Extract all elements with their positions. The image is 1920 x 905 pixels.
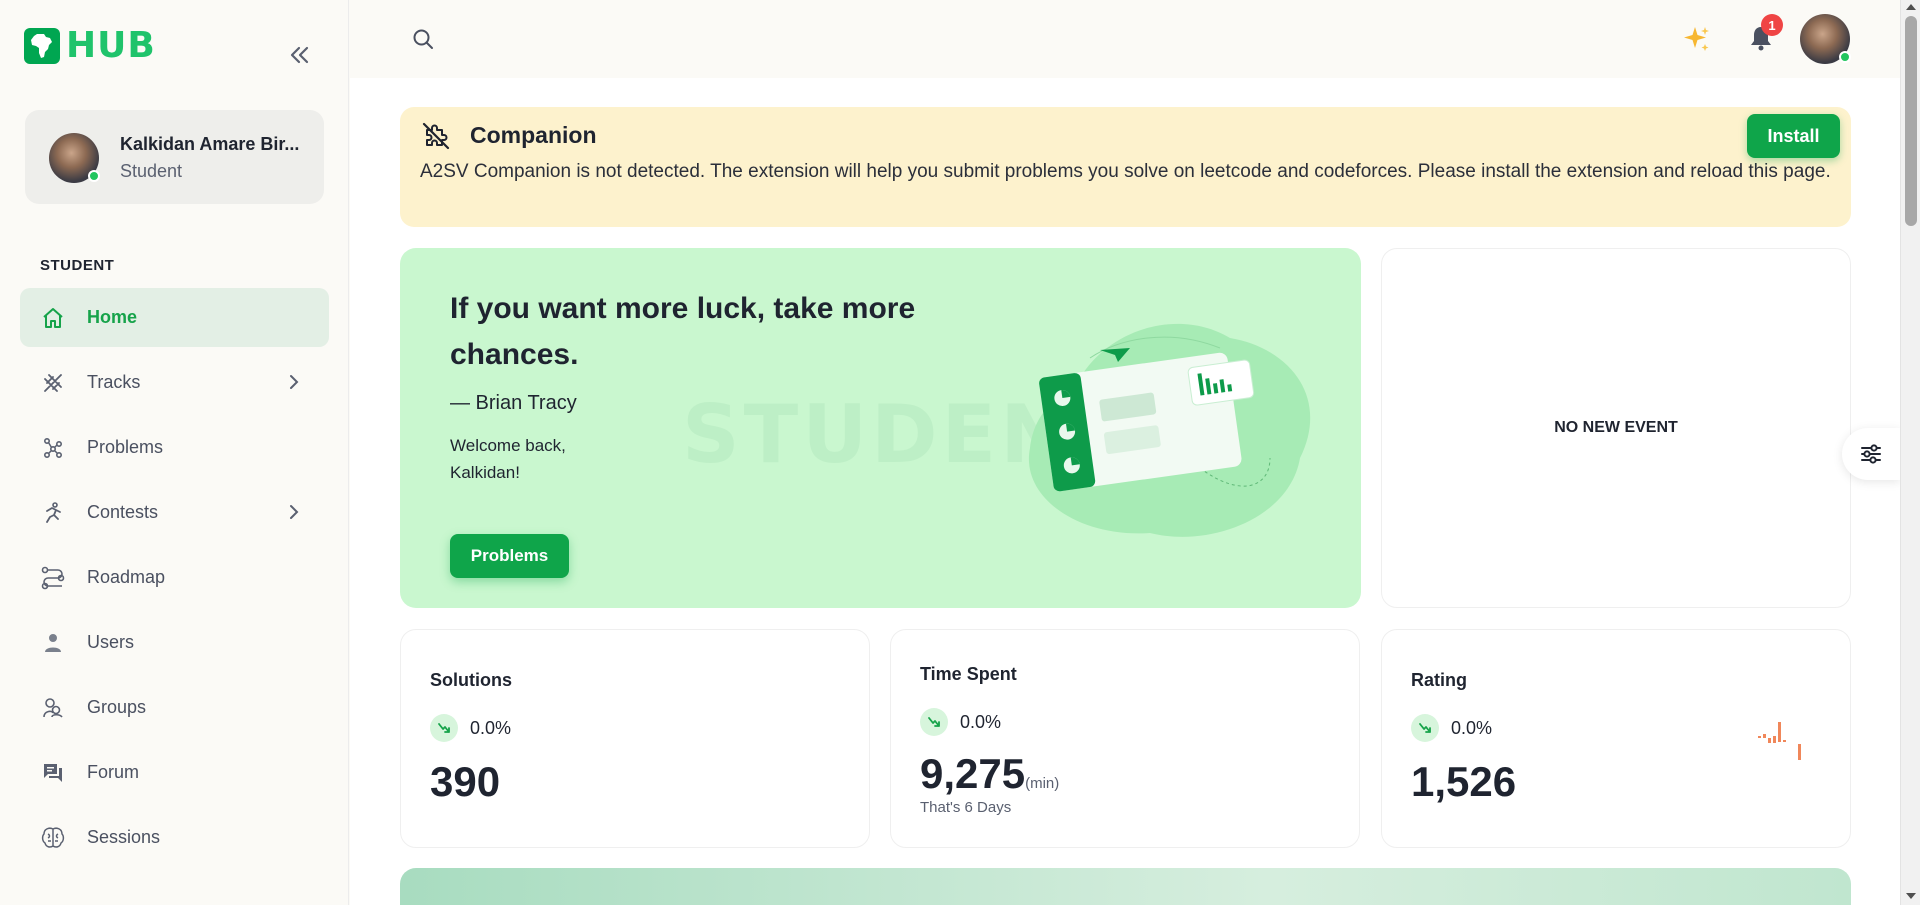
profile-name: Kalkidan Amare Bir... [120, 134, 300, 154]
settings-panel-toggle[interactable] [1842, 428, 1900, 480]
stat-title: Time Spent [920, 664, 1017, 684]
companion-message: A2SV Companion is not detected. The exte… [420, 161, 1831, 182]
events-card: NO NEW EVENT [1381, 248, 1851, 608]
forum-icon [40, 760, 66, 786]
sidebar-item-label: Contests [87, 502, 159, 522]
sidebar-item-forum[interactable]: Forum [20, 743, 329, 802]
trend-value: 0.0% [1451, 717, 1493, 738]
users-icon [40, 630, 66, 656]
scroll-down-icon[interactable] [1906, 893, 1916, 899]
collapse-sidebar-button[interactable] [286, 42, 312, 68]
ai-sparkle-button[interactable] [1682, 24, 1712, 61]
sidebar-item-label: Home [87, 307, 138, 327]
install-button[interactable]: Install [1747, 114, 1840, 158]
contests-icon [40, 500, 66, 526]
app-logo[interactable]: HUB [24, 28, 156, 64]
brain-icon [40, 825, 66, 851]
sidebar-item-users[interactable]: Users [20, 613, 329, 672]
problems-icon [40, 435, 66, 461]
trend-value: 0.0% [960, 711, 1002, 732]
groups-icon [40, 695, 66, 721]
sidebar-item-contests[interactable]: Contests [20, 483, 329, 542]
sidebar-item-home[interactable]: Home [20, 288, 329, 347]
sidebar-item-label: Forum [87, 762, 140, 782]
tracks-icon [40, 370, 66, 396]
avatar [49, 133, 100, 183]
dashboard-illustration [1000, 298, 1340, 553]
chevron-right-icon [287, 503, 301, 526]
hero-welcome: Welcome back, Kalkidan! [450, 436, 566, 482]
stat-unit: (min) [1025, 775, 1060, 792]
sliders-icon [1861, 444, 1881, 464]
time-spent-card: Time Spent 0.0% 9,275(min) That's 6 Days [890, 629, 1360, 848]
stat-value: 9,275 [920, 750, 1026, 797]
africa-logo-icon [24, 28, 60, 64]
stat-trend: 0.0% [920, 708, 1001, 736]
problems-button[interactable]: Problems [450, 534, 569, 578]
stat-trend: 0.0% [1411, 714, 1492, 742]
puzzle-off-icon [421, 121, 451, 156]
search-button[interactable] [412, 28, 434, 55]
sidebar-item-tracks[interactable]: Tracks [20, 353, 329, 412]
companion-title: Companion [470, 122, 597, 148]
companion-alert: Companion A2SV Companion is not detected… [400, 107, 1851, 227]
trend-down-icon [920, 708, 948, 736]
sidebar-item-label: Groups [87, 697, 147, 717]
solutions-card: Solutions 0.0% 390 [400, 629, 870, 848]
sidebar-item-problems[interactable]: Problems [20, 418, 329, 477]
hero-quote: If you want more luck, take more chances… [450, 292, 916, 371]
double-chevron-left-icon [290, 46, 309, 64]
profile-role: Student [120, 161, 183, 181]
sidebar-item-label: Sessions [87, 827, 161, 847]
rating-sparkline [1758, 722, 1801, 760]
chevron-right-icon [287, 373, 301, 396]
trend-value: 0.0% [470, 717, 512, 738]
stat-trend: 0.0% [430, 714, 511, 742]
trend-down-icon [430, 714, 458, 742]
sidebar: HUB Kalkidan Amare Bir... Student STUDEN… [0, 0, 349, 905]
sidebar-item-groups[interactable]: Groups [20, 678, 329, 737]
hero-banner: STUDENT If you want more luck, take more… [400, 248, 1361, 608]
stat-subtext: That's 6 Days [920, 799, 1012, 816]
logo-text: HUB [66, 25, 156, 66]
stat-value: 390 [430, 758, 501, 805]
roadmap-icon [40, 565, 66, 591]
home-icon [40, 305, 66, 331]
scroll-up-icon[interactable] [1906, 4, 1916, 10]
sidebar-item-label: Tracks [87, 372, 141, 392]
scroll-thumb[interactable] [1905, 16, 1917, 226]
hero-quote-author: — Brian Tracy [450, 392, 577, 414]
profile-card[interactable]: Kalkidan Amare Bir... Student [25, 110, 324, 204]
online-status-dot [88, 170, 100, 182]
sparkle-icon [1684, 27, 1709, 51]
stat-value: 1,526 [1411, 758, 1517, 805]
topbar [350, 0, 1900, 78]
stat-title: Rating [1411, 670, 1467, 690]
stat-value-wrapper: 9,275(min) [920, 750, 1059, 798]
user-avatar-button[interactable] [1800, 14, 1851, 64]
online-status-dot [1839, 51, 1851, 63]
sidebar-item-label: Problems [87, 437, 164, 457]
sidebar-item-label: Roadmap [87, 567, 166, 587]
sidebar-item-roadmap[interactable]: Roadmap [20, 548, 329, 607]
bottom-banner [400, 868, 1851, 905]
sidebar-item-sessions[interactable]: Sessions [20, 808, 329, 867]
stat-title: Solutions [430, 670, 512, 690]
sidebar-section-label: STUDENT [40, 257, 115, 274]
page-scrollbar[interactable] [1900, 0, 1920, 905]
sidebar-item-label: Users [87, 632, 135, 652]
notification-badge: 1 [1761, 14, 1783, 36]
search-icon [413, 29, 433, 49]
rating-card: Rating 0.0% 1,526 [1381, 629, 1851, 848]
trend-down-icon [1411, 714, 1439, 742]
no-events-message: NO NEW EVENT [1554, 419, 1678, 436]
sidebar-nav: Home Tracks Problems Contests Roadmap Us… [20, 288, 329, 873]
